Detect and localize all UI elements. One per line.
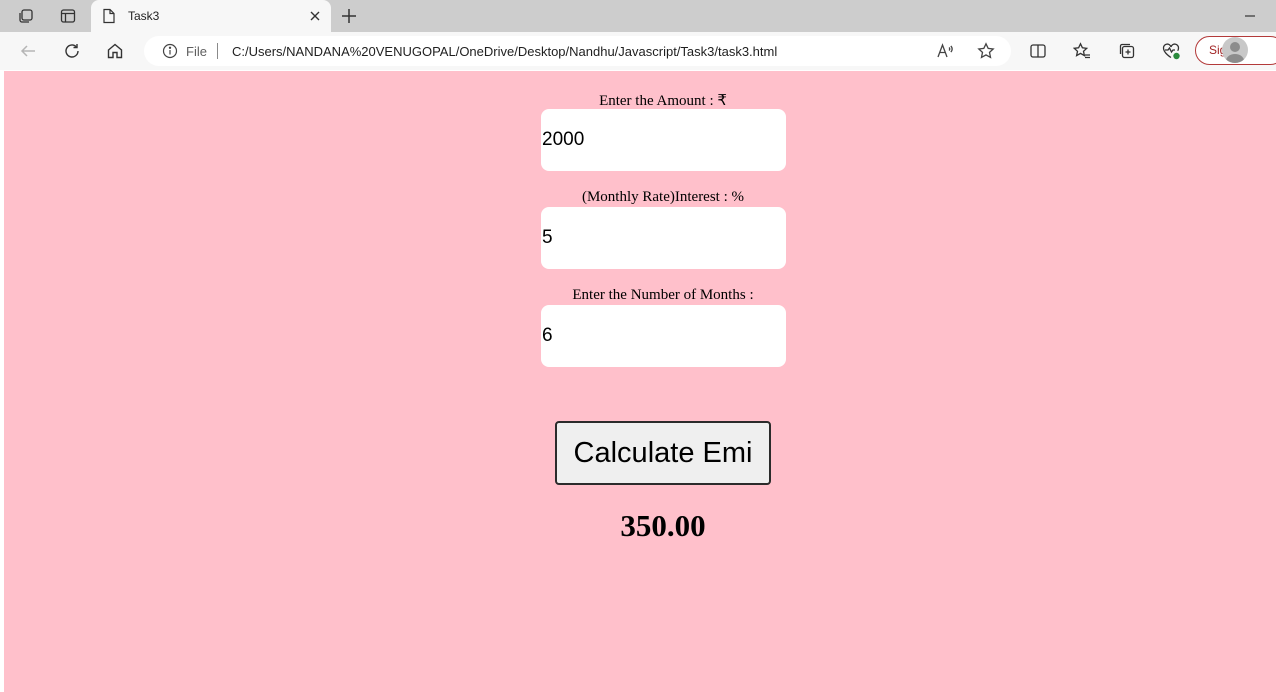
vertical-tabs-icon[interactable]	[54, 4, 82, 28]
tab-strip: Task3	[0, 0, 1276, 32]
months-input[interactable]	[541, 305, 786, 367]
url-divider	[217, 43, 218, 59]
heart-pulse-icon	[1162, 43, 1180, 60]
file-scheme-label: File	[186, 44, 207, 59]
url-text[interactable]: C:/Users/NANDANA%20VENUGOPAL/OneDrive/De…	[232, 44, 777, 59]
amount-label: Enter the Amount : ₹	[599, 93, 727, 109]
read-aloud-icon[interactable]	[935, 41, 955, 61]
minimize-window-icon[interactable]	[1238, 8, 1262, 24]
favorite-star-icon[interactable]	[976, 41, 996, 61]
refresh-button[interactable]	[58, 39, 86, 63]
close-tab-icon[interactable]	[308, 9, 322, 23]
new-tab-button[interactable]	[336, 4, 362, 28]
browser-toolbar: File C:/Users/NANDANA%20VENUGOPAL/OneDri…	[0, 32, 1276, 70]
collections-button[interactable]	[1113, 39, 1141, 63]
calculate-emi-button[interactable]: Calculate Emi	[555, 421, 771, 485]
home-icon	[107, 43, 123, 59]
tab-task3[interactable]: Task3	[91, 0, 331, 32]
amount-input[interactable]	[541, 109, 786, 171]
tab-title: Task3	[128, 9, 160, 23]
document-icon	[103, 8, 115, 24]
emi-result: 350.00	[620, 508, 706, 543]
interest-input[interactable]	[541, 207, 786, 269]
months-label: Enter the Number of Months :	[572, 287, 754, 303]
arrow-left-icon	[20, 45, 35, 57]
split-screen-button[interactable]	[1024, 39, 1052, 63]
collections-icon	[1119, 43, 1135, 59]
address-bar[interactable]: File C:/Users/NANDANA%20VENUGOPAL/OneDri…	[144, 36, 1011, 66]
refresh-icon	[65, 44, 79, 58]
split-screen-icon	[1030, 44, 1046, 58]
page-viewport: Enter the Amount : ₹ (Monthly Rate)Inter…	[4, 71, 1276, 692]
home-button[interactable]	[101, 39, 129, 63]
favorites-icon	[1073, 42, 1090, 59]
browser-essentials-button[interactable]	[1157, 39, 1185, 63]
plus-icon	[342, 9, 356, 23]
favorites-button[interactable]	[1068, 39, 1096, 63]
info-icon[interactable]	[162, 43, 178, 59]
back-button[interactable]	[14, 39, 42, 63]
interest-label: (Monthly Rate)Interest : %	[581, 189, 745, 205]
avatar[interactable]	[1222, 37, 1248, 63]
workspaces-icon[interactable]	[12, 4, 40, 28]
